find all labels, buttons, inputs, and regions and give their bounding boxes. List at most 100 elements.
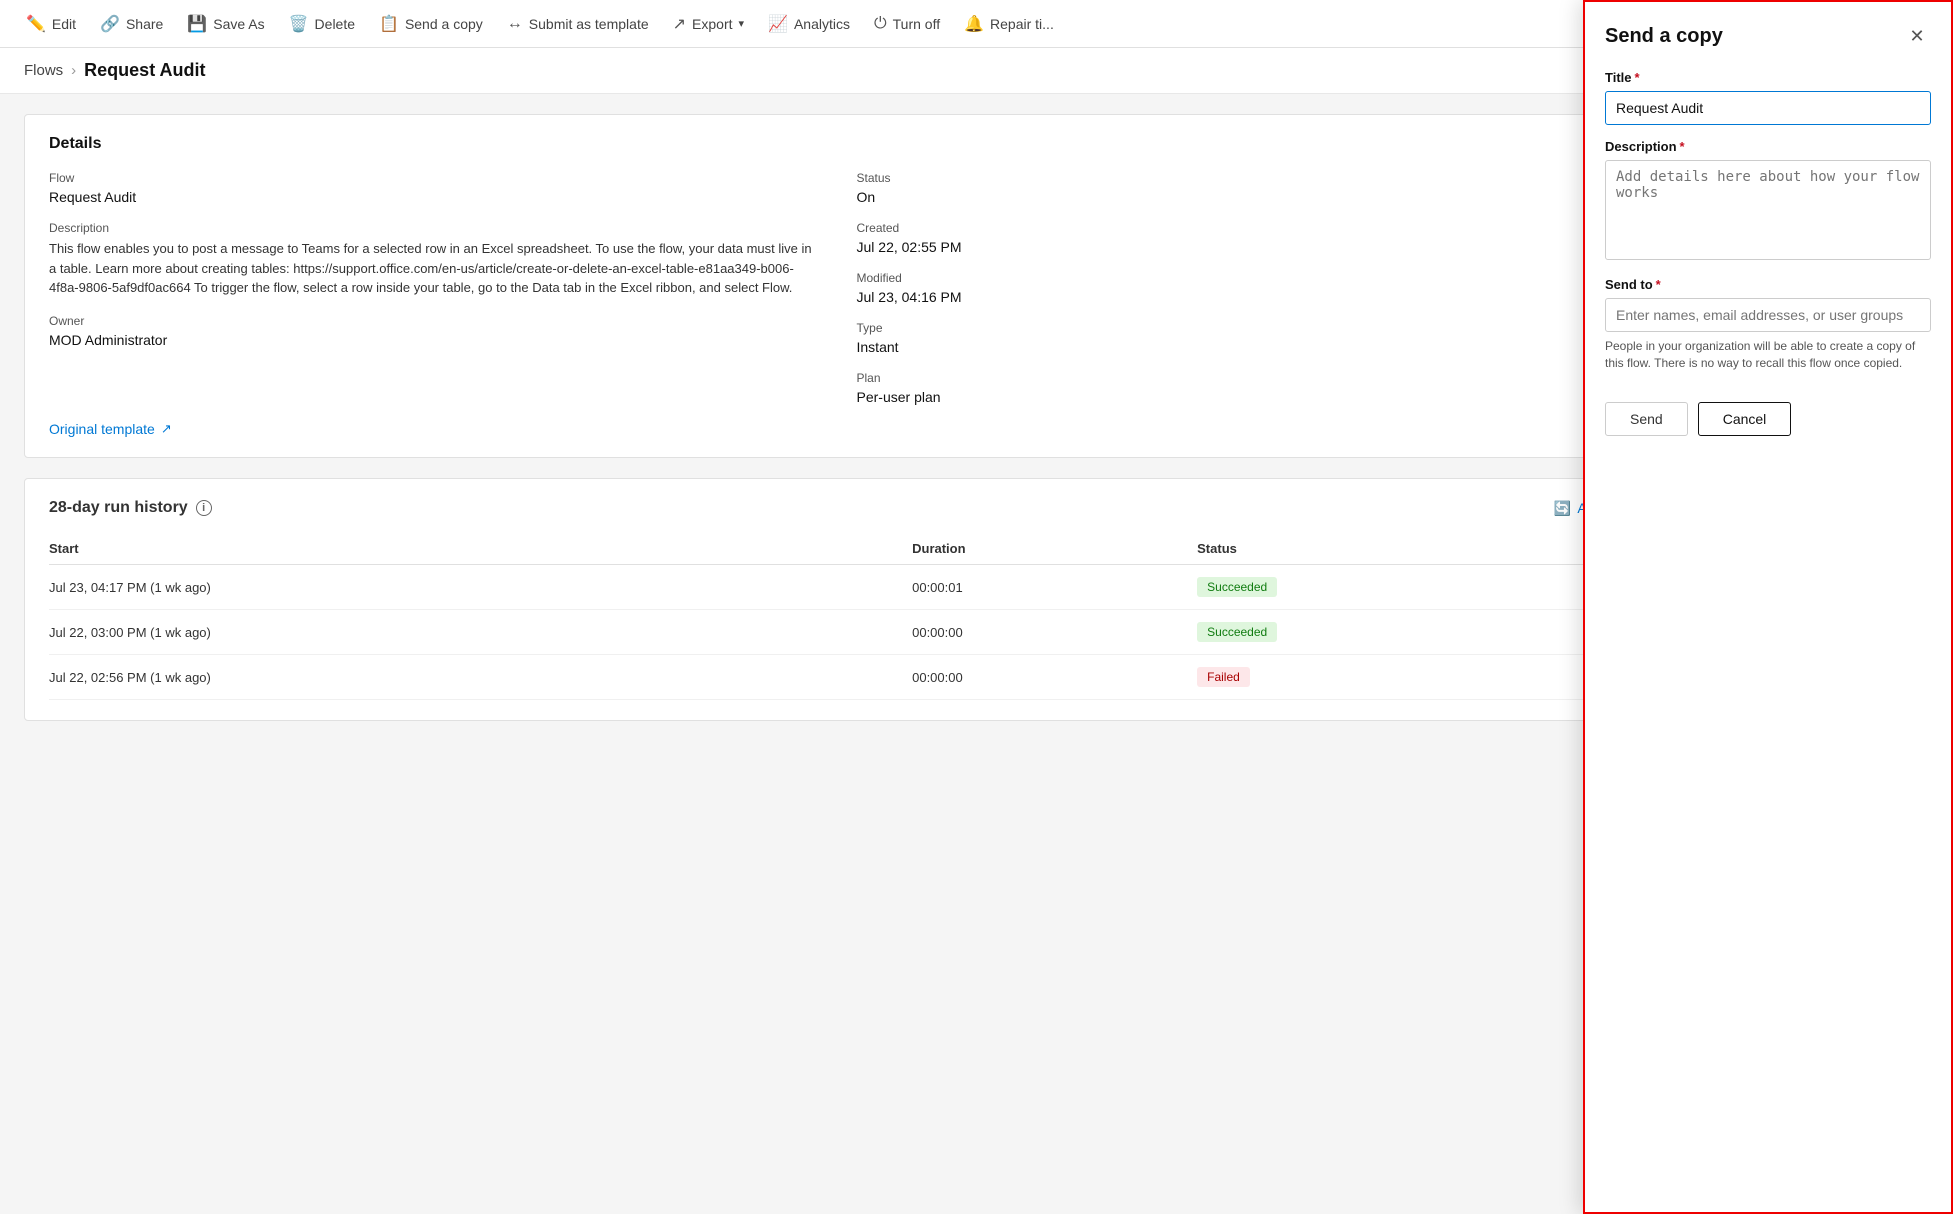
modified-value: Jul 23, 04:16 PM (857, 289, 1625, 305)
toolbar-export-label: Export (692, 16, 732, 32)
run-history-card: 28-day run history i 🔄 All runs Start Du… (24, 478, 1649, 721)
send-copy-note: People in your organization will be able… (1605, 338, 1931, 372)
toolbar-analytics[interactable]: 📈 Analytics (758, 8, 860, 40)
title-form-label: Title * (1605, 70, 1931, 85)
owner-group: Owner MOD Administrator (49, 314, 817, 348)
send-copy-icon: 📋 (379, 14, 399, 34)
panel-close-button[interactable]: ✕ (1903, 22, 1931, 50)
toolbar-turn-off-label: Turn off (893, 16, 940, 32)
delete-icon: 🗑️ (289, 14, 309, 34)
run-start: Jul 23, 04:17 PM (1 wk ago) (49, 565, 912, 610)
col-start: Start (49, 533, 912, 565)
panel-actions: Send Cancel (1605, 402, 1931, 436)
title-input[interactable] (1605, 91, 1931, 125)
type-group: Type Instant (857, 321, 1625, 355)
details-grid: Flow Request Audit Description This flow… (49, 171, 1624, 405)
run-start: Jul 22, 03:00 PM (1 wk ago) (49, 610, 912, 655)
toolbar-export[interactable]: ↗ Export ▾ (663, 8, 754, 40)
analytics-icon: 📈 (768, 14, 788, 34)
panel-header: Send a copy ✕ (1605, 22, 1931, 50)
toolbar-turn-off[interactable]: ⏻ Turn off (864, 9, 950, 39)
repair-icon: 🔔 (964, 14, 984, 34)
plan-value: Per-user plan (857, 389, 1625, 405)
submit-template-icon: ↔ (507, 15, 523, 33)
edit-icon: ✏️ (26, 14, 46, 34)
send-to-required-star: * (1656, 277, 1661, 292)
breadcrumb-flows[interactable]: Flows (24, 62, 63, 79)
toolbar-repair-label: Repair ti... (990, 16, 1054, 32)
toolbar-delete[interactable]: 🗑️ Delete (279, 8, 365, 40)
toolbar-repair[interactable]: 🔔 Repair ti... (954, 8, 1064, 40)
send-to-input[interactable] (1605, 298, 1931, 332)
details-left-col: Flow Request Audit Description This flow… (49, 171, 817, 405)
type-label: Type (857, 321, 1625, 335)
details-title: Details (49, 135, 101, 153)
flow-group: Flow Request Audit (49, 171, 817, 205)
toolbar-send-copy-label: Send a copy (405, 16, 483, 32)
run-history-title: 28-day run history (49, 499, 188, 517)
col-status: Status (1197, 533, 1624, 565)
content-area: Details Edit Flow Request Audit Descript… (0, 94, 1673, 1212)
turn-off-icon: ⏻ (874, 15, 887, 33)
description-label: Description (49, 221, 817, 235)
toolbar-save-as[interactable]: 💾 Save As (177, 8, 274, 40)
status-badge: Succeeded (1197, 577, 1277, 597)
description-textarea[interactable] (1605, 160, 1931, 260)
flow-value: Request Audit (49, 189, 817, 205)
run-status: Failed (1197, 655, 1624, 700)
toolbar-submit-template-label: Submit as template (529, 16, 649, 32)
info-icon[interactable]: i (196, 500, 212, 516)
toolbar-delete-label: Delete (315, 16, 355, 32)
toolbar-share-label: Share (126, 16, 163, 32)
table-row[interactable]: Jul 22, 03:00 PM (1 wk ago)00:00:00Succe… (49, 610, 1624, 655)
external-link-icon: ↗ (161, 421, 172, 437)
run-history-table: Start Duration Status Jul 23, 04:17 PM (… (49, 533, 1624, 700)
title-required-star: * (1635, 70, 1640, 85)
type-value: Instant (857, 339, 1625, 355)
save-as-icon: 💾 (187, 14, 207, 34)
owner-label: Owner (49, 314, 817, 328)
run-status: Succeeded (1197, 565, 1624, 610)
table-row[interactable]: Jul 23, 04:17 PM (1 wk ago)00:00:01Succe… (49, 565, 1624, 610)
status-group: Status On (857, 171, 1625, 205)
flow-label: Flow (49, 171, 817, 185)
details-card: Details Edit Flow Request Audit Descript… (24, 114, 1649, 458)
table-row[interactable]: Jul 22, 02:56 PM (1 wk ago)00:00:00Faile… (49, 655, 1624, 700)
status-value: On (857, 189, 1625, 205)
send-button[interactable]: Send (1605, 402, 1688, 436)
owner-value: MOD Administrator (49, 332, 817, 348)
toolbar-send-copy[interactable]: 📋 Send a copy (369, 8, 493, 40)
status-badge: Failed (1197, 667, 1250, 687)
created-value: Jul 22, 02:55 PM (857, 239, 1625, 255)
modified-group: Modified Jul 23, 04:16 PM (857, 271, 1625, 305)
run-start: Jul 22, 02:56 PM (1 wk ago) (49, 655, 912, 700)
run-table-header-row: Start Duration Status (49, 533, 1624, 565)
toolbar-save-as-label: Save As (213, 16, 264, 32)
export-icon: ↗ (673, 14, 686, 34)
run-history-title-group: 28-day run history i (49, 499, 212, 517)
status-badge: Succeeded (1197, 622, 1277, 642)
breadcrumb-current: Request Audit (84, 60, 205, 81)
run-duration: 00:00:00 (912, 610, 1197, 655)
cancel-button[interactable]: Cancel (1698, 402, 1792, 436)
send-copy-panel: Send a copy ✕ Title * Description * Send… (1583, 0, 1953, 1214)
share-icon: 🔗 (100, 14, 120, 34)
modified-label: Modified (857, 271, 1625, 285)
run-duration: 00:00:01 (912, 565, 1197, 610)
details-right-col: Status On Created Jul 22, 02:55 PM Modif… (857, 171, 1625, 405)
toolbar-submit-template[interactable]: ↔ Submit as template (497, 9, 659, 39)
run-history-header: 28-day run history i 🔄 All runs (49, 499, 1624, 517)
export-chevron-icon: ▾ (739, 17, 745, 30)
original-template-link[interactable]: Original template ↗ (49, 421, 172, 437)
description-required-star: * (1680, 139, 1685, 154)
created-group: Created Jul 22, 02:55 PM (857, 221, 1625, 255)
title-form-group: Title * (1605, 70, 1931, 125)
toolbar-edit[interactable]: ✏️ Edit (16, 8, 86, 40)
toolbar-share[interactable]: 🔗 Share (90, 8, 173, 40)
status-label: Status (857, 171, 1625, 185)
refresh-icon: 🔄 (1554, 500, 1571, 517)
toolbar-edit-label: Edit (52, 16, 76, 32)
created-label: Created (857, 221, 1625, 235)
panel-title: Send a copy (1605, 25, 1723, 48)
description-form-label: Description * (1605, 139, 1931, 154)
